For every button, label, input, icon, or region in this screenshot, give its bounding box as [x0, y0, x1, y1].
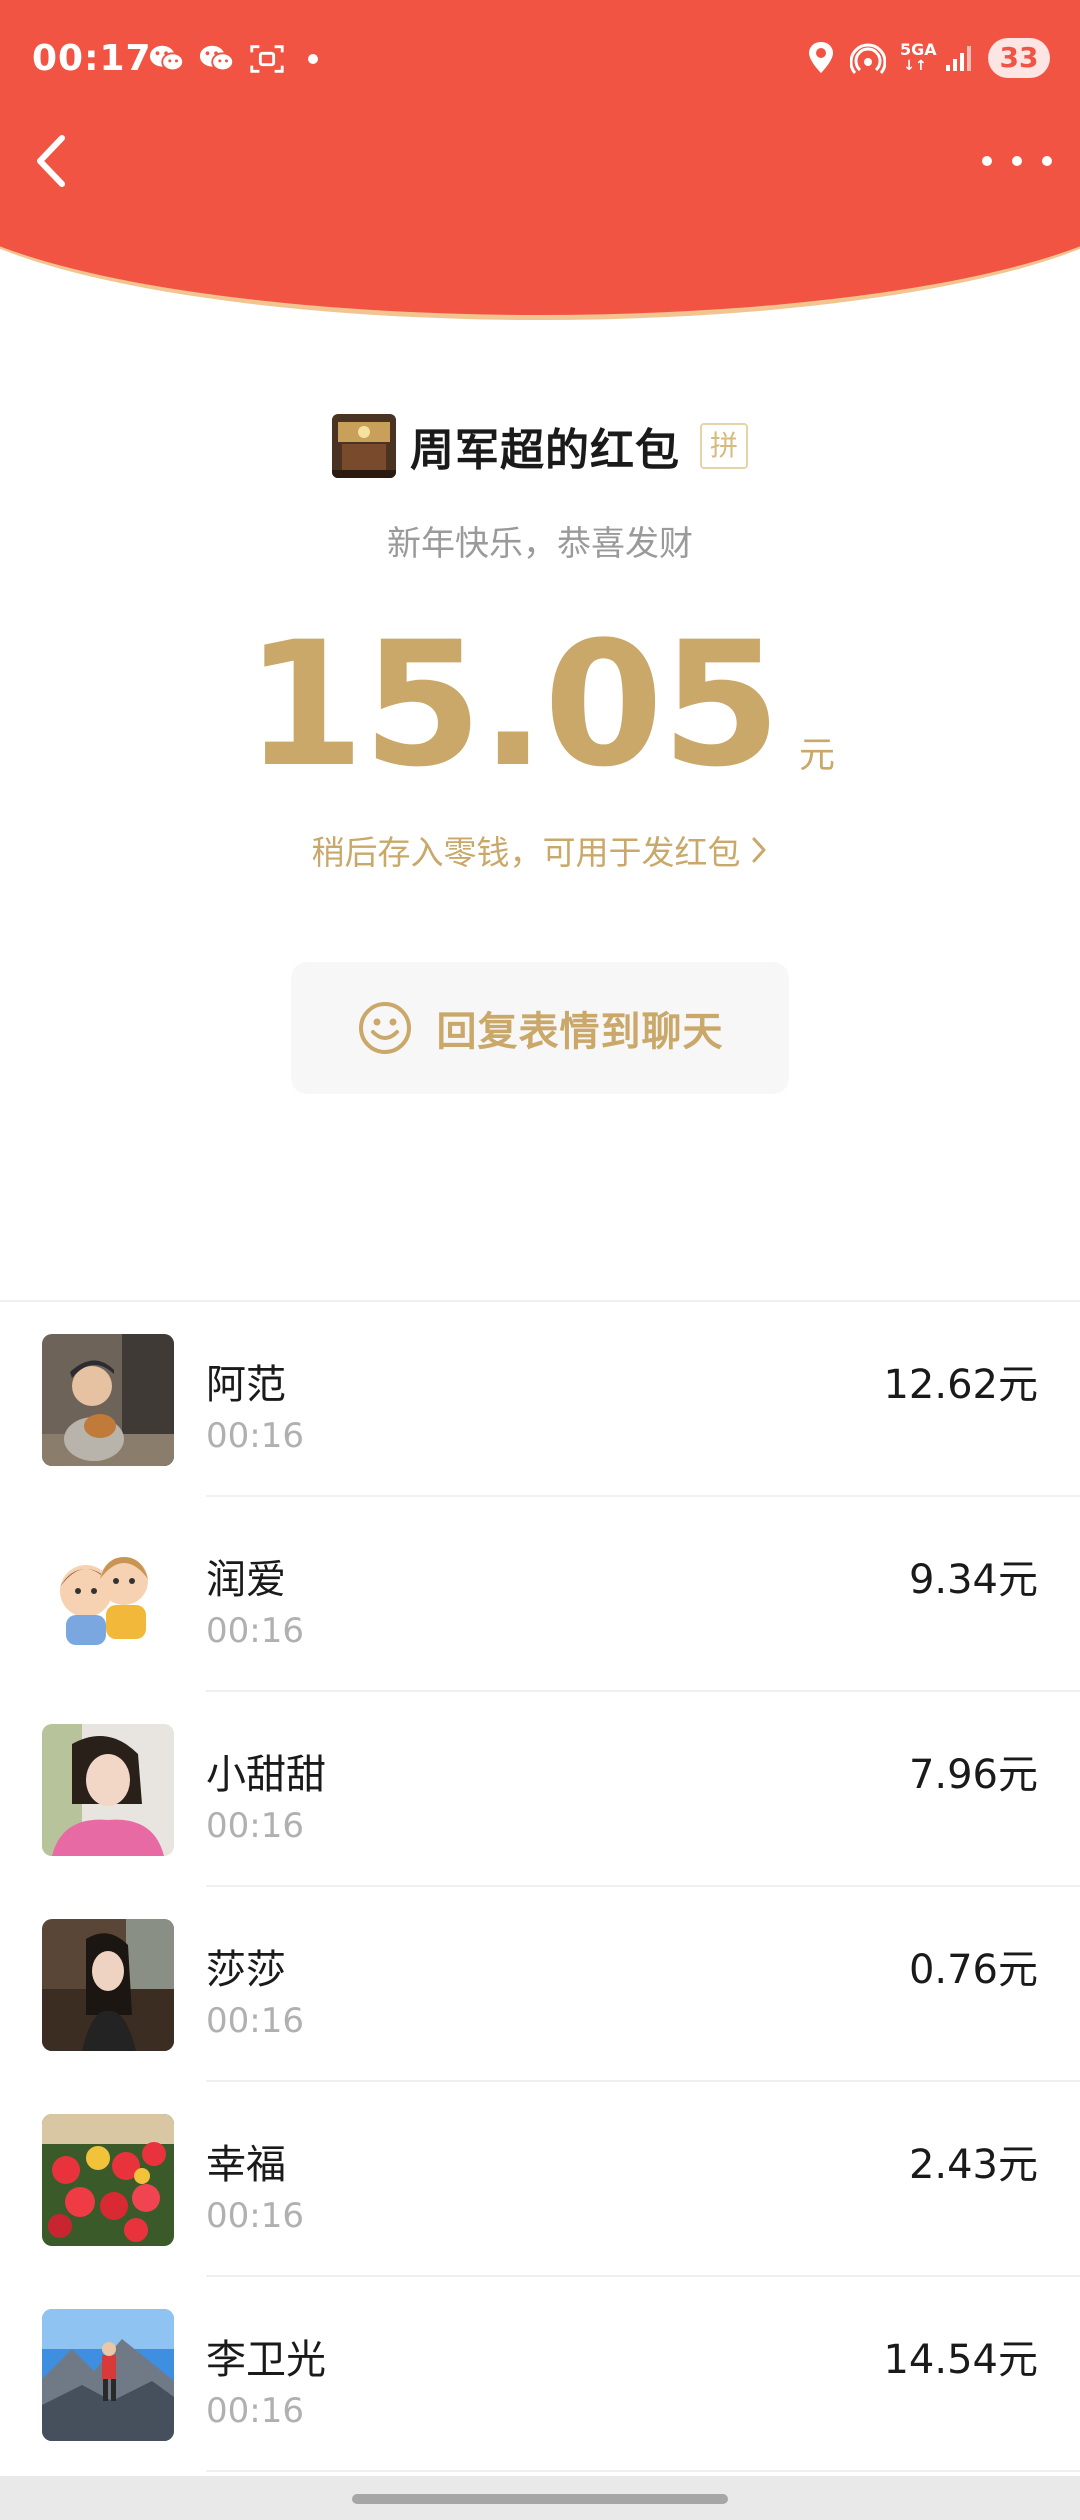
packet-title-row: 周军超的红包 拼: [0, 410, 1080, 482]
receiver-list: 阿范 00:16 12.62元 润爱 00:16 9.34元 小甜甜 00:16…: [0, 1302, 1080, 2472]
home-indicator[interactable]: [352, 2494, 728, 2504]
receive-amount: 0.76元: [908, 1947, 1038, 1993]
receive-time: 00:16: [206, 1806, 304, 1846]
avatar: [42, 2114, 174, 2246]
location-icon: [809, 42, 833, 73]
more-dots-icon[interactable]: [982, 138, 1052, 184]
wechat-icon: [199, 45, 235, 72]
avatar: [42, 1724, 174, 1856]
screenshot-icon: [250, 45, 284, 73]
hotspot-icon: [850, 43, 886, 74]
receive-amount: 14.54元: [883, 2337, 1038, 2383]
divider: [206, 2470, 1080, 2472]
receiver-name: 李卫光: [206, 2337, 326, 2383]
list-item[interactable]: 莎莎 00:16 0.76元: [0, 1887, 1080, 2082]
reply-sticker-button[interactable]: 回复表情到聊天: [291, 962, 789, 1094]
receiver-name: 小甜甜: [206, 1752, 326, 1798]
receive-time: 00:16: [206, 2196, 304, 2236]
wallet-notice-link[interactable]: 稍后存入零钱，可用于发红包: [0, 826, 1080, 874]
receiver-name: 阿范: [206, 1362, 286, 1408]
group-packet-tag: 拼: [700, 423, 748, 469]
receiver-name: 润爱: [206, 1557, 286, 1603]
receive-amount: 2.43元: [908, 2142, 1038, 2188]
status-notifications: [148, 42, 318, 76]
back-chevron-icon[interactable]: [22, 126, 82, 196]
chevron-right-icon: [752, 837, 765, 863]
avatar: [42, 1529, 174, 1661]
receive-amount: 12.62元: [883, 1362, 1038, 1408]
receive-time: 00:16: [206, 1416, 304, 1456]
list-item[interactable]: 小甜甜 00:16 7.96元: [0, 1692, 1080, 1887]
receive-time: 00:16: [206, 2391, 304, 2431]
battery-indicator: 33: [988, 38, 1050, 78]
receiver-name: 莎莎: [206, 1947, 286, 1993]
more-notifications-dot: [308, 54, 318, 64]
avatar: [42, 2309, 174, 2441]
amount-row: 15.05 元: [0, 604, 1080, 805]
sender-avatar[interactable]: [332, 414, 396, 478]
network-type: 5GA ↓↑: [900, 40, 937, 75]
avatar: [42, 1919, 174, 2051]
packet-title: 周军超的红包: [410, 425, 680, 476]
currency-unit: 元: [799, 735, 836, 776]
receive-time: 00:16: [206, 1611, 304, 1651]
status-indicators: 5GA ↓↑ 33: [806, 38, 1050, 78]
signal-icon: [946, 46, 971, 71]
list-item[interactable]: 李卫光 00:16 14.54元: [0, 2277, 1080, 2472]
data-arrows-icon: ↓↑: [903, 58, 927, 74]
wechat-icon: [149, 45, 185, 72]
status-bar: 00:17 5GA ↓↑ 33: [0, 0, 1080, 120]
packet-greeting: 新年快乐，恭喜发财: [387, 524, 693, 564]
avatar: [42, 1334, 174, 1466]
received-amount: 15.05: [244, 604, 781, 805]
receive-amount: 7.96元: [908, 1752, 1038, 1798]
list-item[interactable]: 幸福 00:16 2.43元: [0, 2082, 1080, 2277]
receive-time: 00:16: [206, 2001, 304, 2041]
receiver-name: 幸福: [206, 2142, 286, 2188]
list-item[interactable]: 阿范 00:16 12.62元: [0, 1302, 1080, 1497]
status-time: 00:17: [32, 38, 152, 79]
receive-amount: 9.34元: [908, 1557, 1038, 1603]
reply-button-label: 回复表情到聊天: [436, 1009, 724, 1055]
red-packet-detail-screen: 00:17 5GA ↓↑ 33 周军超的红包 拼 新年快乐，恭喜发财 15.05…: [0, 0, 1080, 2520]
wallet-notice-text: 稍后存入零钱，可用于发红包: [311, 833, 741, 872]
smiley-icon: [358, 1002, 411, 1054]
list-item[interactable]: 润爱 00:16 9.34元: [0, 1497, 1080, 1692]
